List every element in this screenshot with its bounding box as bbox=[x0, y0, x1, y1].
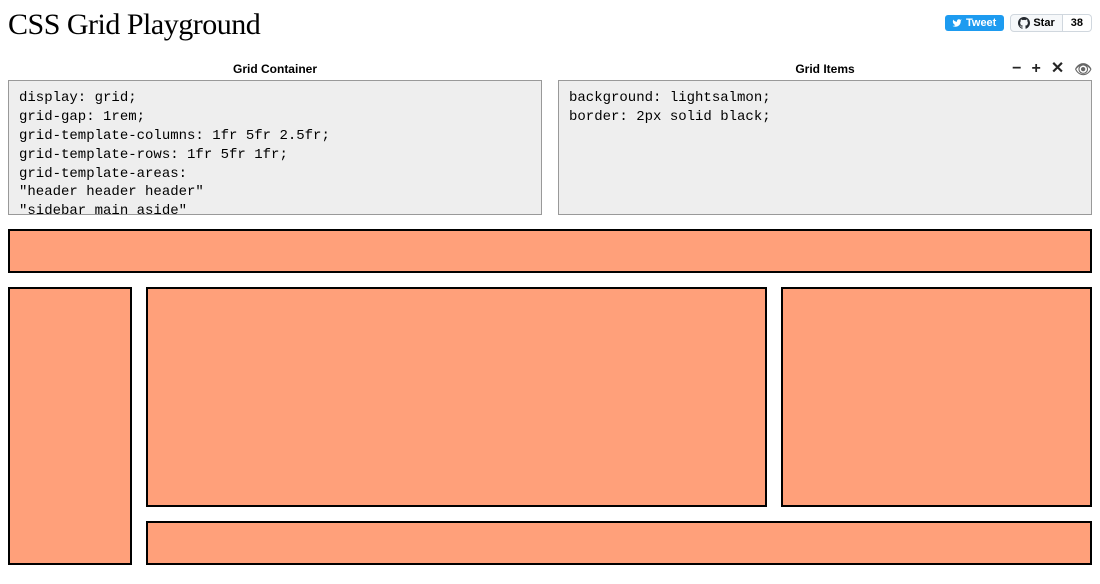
tweet-button[interactable]: Tweet bbox=[945, 15, 1004, 31]
clear-items-icon[interactable]: ✕ bbox=[1051, 61, 1064, 77]
grid-item-sidebar[interactable] bbox=[8, 287, 132, 565]
grid-container-header: Grid Container bbox=[8, 58, 542, 80]
grid-items-editor: Grid Items − + ✕ 👁 background: lightsalm… bbox=[558, 58, 1092, 215]
github-icon bbox=[1018, 17, 1030, 29]
grid-container-editor: Grid Container display: grid; grid-gap: … bbox=[8, 58, 542, 215]
remove-item-icon[interactable]: − bbox=[1012, 61, 1021, 77]
grid-item-header[interactable] bbox=[8, 229, 1092, 273]
grid-items-code[interactable]: background: lightsalmon; border: 2px sol… bbox=[558, 80, 1092, 215]
grid-item-main[interactable] bbox=[146, 287, 767, 507]
editors-row: Grid Container display: grid; grid-gap: … bbox=[8, 58, 1092, 215]
twitter-icon bbox=[951, 18, 963, 28]
grid-container-label: Grid Container bbox=[233, 62, 317, 76]
page-title: CSS Grid Playground bbox=[8, 8, 260, 42]
grid-item-footer[interactable] bbox=[146, 521, 1092, 565]
grid-items-header: Grid Items − + ✕ 👁 bbox=[558, 58, 1092, 80]
github-star-group: Star 38 bbox=[1010, 14, 1092, 32]
star-count[interactable]: 38 bbox=[1063, 14, 1092, 32]
star-button[interactable]: Star bbox=[1010, 14, 1062, 32]
grid-item-aside[interactable] bbox=[781, 287, 1092, 507]
tweet-label: Tweet bbox=[966, 17, 996, 29]
grid-items-controls: − + ✕ 👁 bbox=[1012, 61, 1092, 77]
grid-container-code[interactable]: display: grid; grid-gap: 1rem; grid-temp… bbox=[8, 80, 542, 215]
grid-preview bbox=[8, 229, 1092, 565]
social-buttons: Tweet Star 38 bbox=[945, 8, 1092, 32]
grid-items-label: Grid Items bbox=[795, 62, 854, 76]
add-item-icon[interactable]: + bbox=[1031, 61, 1040, 77]
preview-toggle-icon[interactable]: 👁 bbox=[1074, 62, 1092, 76]
star-label: Star bbox=[1033, 17, 1054, 29]
